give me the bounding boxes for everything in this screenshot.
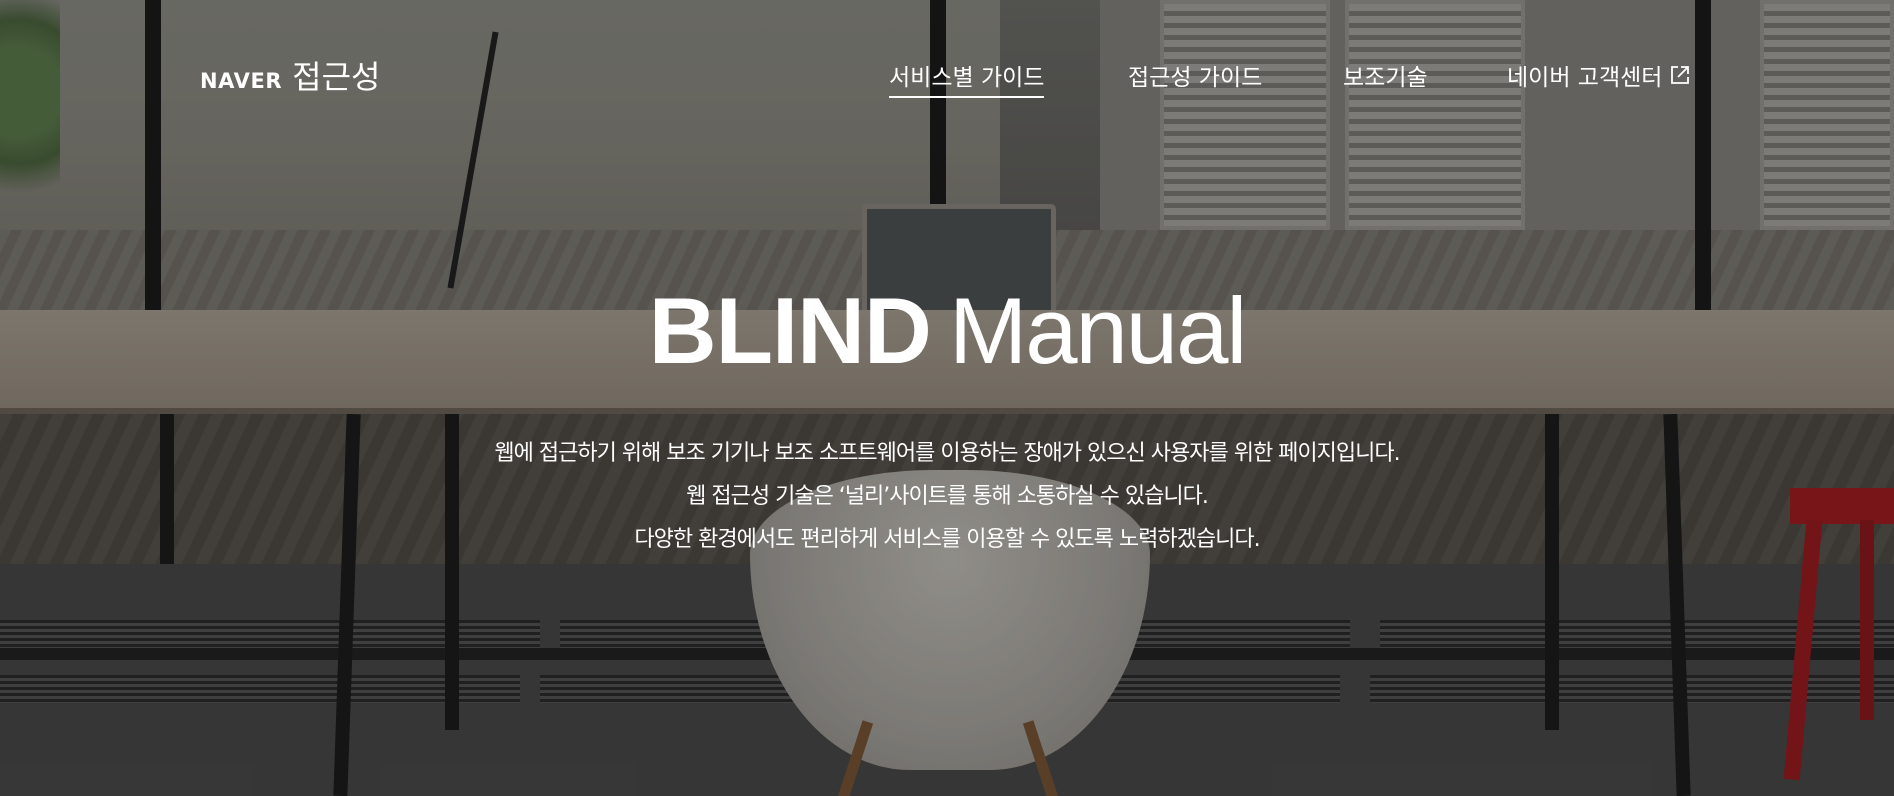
hero-title-light: Manual xyxy=(948,278,1247,383)
hero-description-line: 다양한 환경에서도 편리하게 서비스를 이용할 수 있도록 노력하겠습니다. xyxy=(634,527,1260,552)
hero-description-line: 웹에 접근하기 위해 보조 기기나 보조 소프트웨어를 이용하는 장애가 있으신… xyxy=(494,441,1400,466)
hero-description: 웹에 접근하기 위해 보조 기기나 보조 소프트웨어를 이용하는 장애가 있으신… xyxy=(0,432,1894,561)
nav-assistive-technology[interactable]: 보조기술 xyxy=(1343,58,1428,96)
nav-accessibility-guide[interactable]: 접근성 가이드 xyxy=(1128,58,1262,96)
hero-title: BLIND Manual xyxy=(0,276,1894,386)
external-link-icon xyxy=(1671,66,1690,84)
hero-title-bold: BLIND xyxy=(648,278,932,383)
nav-customer-center[interactable]: 네이버 고객센터 xyxy=(1507,58,1691,96)
global-navigation: 서비스별 가이드 접근성 가이드 보조기술 네이버 고객센터 xyxy=(0,58,1894,98)
nav-customer-center-label: 네이버 고객센터 xyxy=(1507,65,1663,91)
hero-section: NAVER 접근성 서비스별 가이드 접근성 가이드 보조기술 네이버 고객센터… xyxy=(0,0,1894,796)
hero-description-line: 웹 접근성 기술은 ‘널리’사이트를 통해 소통하실 수 있습니다. xyxy=(686,484,1209,509)
nav-service-guide[interactable]: 서비스별 가이드 xyxy=(889,58,1045,98)
site-header: NAVER 접근성 서비스별 가이드 접근성 가이드 보조기술 네이버 고객센터 xyxy=(0,0,1894,150)
